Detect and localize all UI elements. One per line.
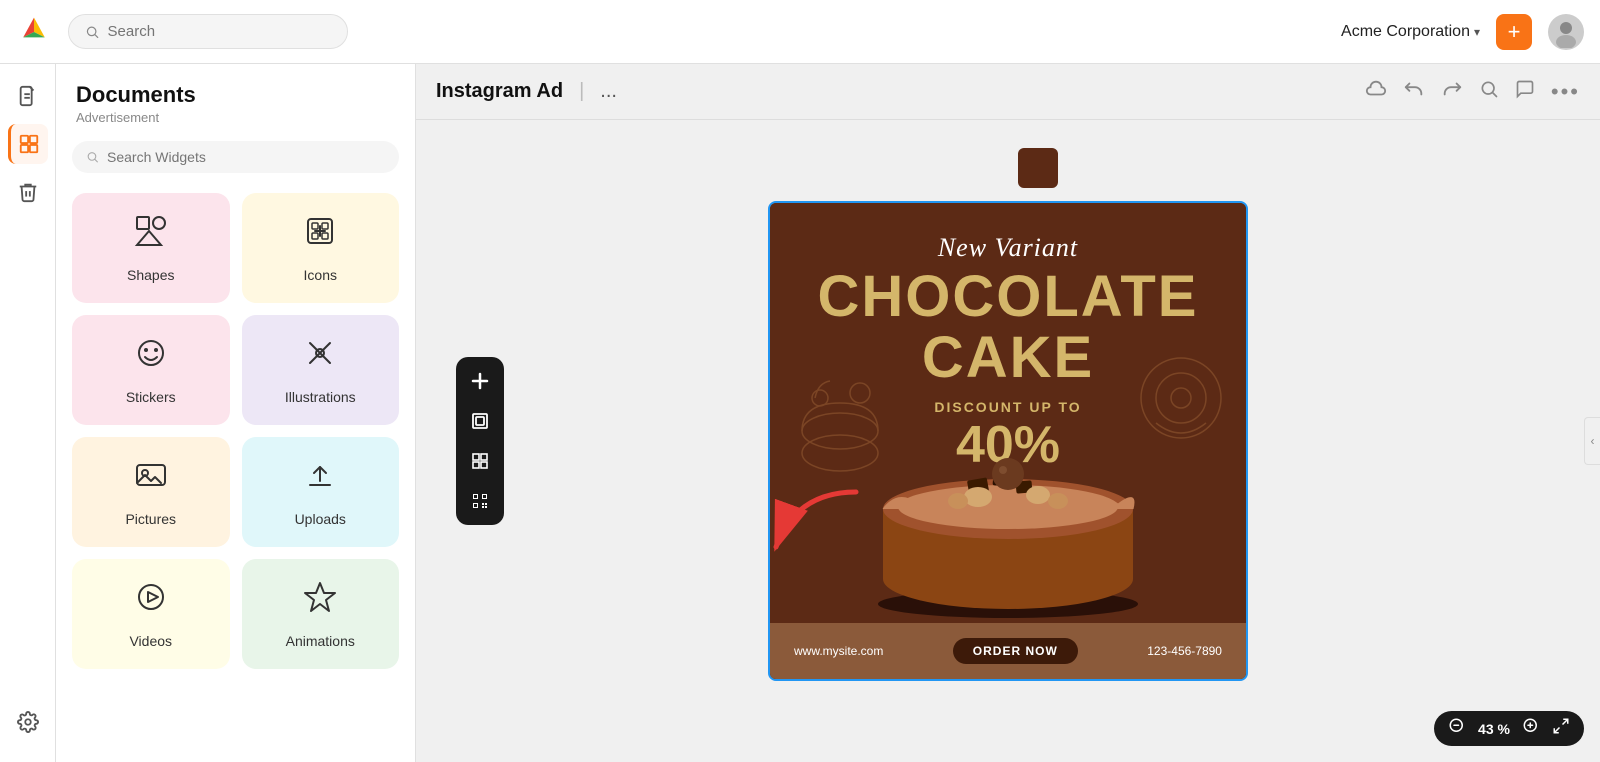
more-options-icon[interactable]: ••• <box>1551 79 1580 105</box>
sidebar-subtitle: Advertisement <box>76 110 395 125</box>
sidebar-header: Documents Advertisement <box>56 64 415 129</box>
stickers-label: Stickers <box>126 389 176 405</box>
resize-button[interactable] <box>462 403 498 439</box>
animations-label: Animations <box>286 633 355 649</box>
vertical-toolbar <box>456 357 504 525</box>
widget-illustrations[interactable]: Illustrations <box>242 315 400 425</box>
topbar-right: Acme Corporation ▾ + <box>1341 14 1584 50</box>
canvas-actions: ••• <box>1365 78 1580 106</box>
qr-button[interactable] <box>462 483 498 519</box>
chevron-down-icon: ▾ <box>1474 25 1480 39</box>
search-input[interactable] <box>108 23 331 40</box>
zoom-bar: 43 % <box>1434 711 1584 746</box>
zoom-in-button[interactable] <box>1522 717 1540 740</box>
widget-icons[interactable]: Icons <box>242 193 400 303</box>
videos-icon <box>133 579 169 623</box>
grid-button[interactable] <box>462 443 498 479</box>
canvas-area: Instagram Ad | ... ••• <box>416 64 1600 762</box>
widget-search-icon <box>86 150 99 164</box>
illustrations-icon <box>302 335 338 379</box>
ad-discount-label: DISCOUNT UP TO <box>934 399 1081 415</box>
canvas-title: Instagram Ad <box>436 80 563 103</box>
widget-animations[interactable]: Animations <box>242 559 400 669</box>
ad-phone: 123-456-7890 <box>1147 644 1222 658</box>
search-canvas-icon[interactable] <box>1479 79 1499 105</box>
ad-canvas[interactable]: New Variant CHOCOLATE CAKE DISCOUNT UP T… <box>768 201 1248 681</box>
redo-icon[interactable] <box>1441 78 1463 106</box>
widget-videos[interactable]: Videos <box>72 559 230 669</box>
ad-website: www.mysite.com <box>794 644 883 658</box>
widget-shapes[interactable]: Shapes <box>72 193 230 303</box>
canvas-content: New Variant CHOCOLATE CAKE DISCOUNT UP T… <box>416 120 1600 762</box>
add-button[interactable]: + <box>1496 14 1532 50</box>
zoom-percentage: 43 % <box>1474 721 1514 737</box>
sidebar-item-trash[interactable] <box>8 172 48 212</box>
comment-icon[interactable] <box>1515 79 1535 105</box>
company-selector[interactable]: Acme Corporation ▾ <box>1341 23 1480 41</box>
main-layout: Documents Advertisement Sha <box>0 64 1600 762</box>
sidebar-item-document[interactable] <box>8 76 48 116</box>
stickers-icon <box>133 335 169 379</box>
ad-title-line1: CHOCOLATE <box>817 267 1198 328</box>
sidebar-title: Documents <box>76 82 395 108</box>
widget-stickers[interactable]: Stickers <box>72 315 230 425</box>
undo-icon[interactable] <box>1403 78 1425 106</box>
avatar[interactable] <box>1548 14 1584 50</box>
canvas-more-label[interactable]: ... <box>600 80 617 103</box>
illustrations-label: Illustrations <box>285 389 356 405</box>
icons-label: Icons <box>304 267 337 283</box>
ad-script-text: New Variant <box>938 233 1078 263</box>
app-logo[interactable] <box>16 14 52 50</box>
uploads-label: Uploads <box>295 511 346 527</box>
company-name: Acme Corporation <box>1341 23 1470 41</box>
color-swatch-selected[interactable] <box>1018 148 1058 188</box>
shapes-icon <box>133 213 169 257</box>
ad-order-button[interactable]: ORDER NOW <box>953 638 1078 664</box>
widget-search-bar[interactable] <box>72 141 399 173</box>
uploads-icon <box>302 457 338 501</box>
ad-footer: www.mysite.com ORDER NOW 123-456-7890 <box>770 623 1246 679</box>
settings-button[interactable] <box>8 702 48 742</box>
widget-uploads[interactable]: Uploads <box>242 437 400 547</box>
widget-pictures[interactable]: Pictures <box>72 437 230 547</box>
icon-bar <box>0 64 56 762</box>
pictures-icon <box>133 457 169 501</box>
expand-icon[interactable] <box>1552 717 1570 740</box>
widget-grid: Shapes Icons <box>56 185 415 685</box>
zoom-out-button[interactable] <box>1448 717 1466 740</box>
widget-search-input[interactable] <box>107 149 385 165</box>
search-bar[interactable] <box>68 14 348 49</box>
canvas-separator: | <box>579 80 584 103</box>
topbar: Acme Corporation ▾ + <box>0 0 1600 64</box>
sidebar-item-template[interactable] <box>8 124 48 164</box>
sidebar-panel: Documents Advertisement Sha <box>56 64 416 762</box>
icons-icon <box>302 213 338 257</box>
videos-label: Videos <box>129 633 172 649</box>
cloud-save-icon[interactable] <box>1365 78 1387 106</box>
collapse-sidebar-button[interactable]: ‹ <box>1584 417 1600 465</box>
search-icon <box>85 24 100 40</box>
animations-icon <box>302 579 338 623</box>
shapes-label: Shapes <box>127 267 174 283</box>
add-element-button[interactable] <box>462 363 498 399</box>
pictures-label: Pictures <box>125 511 176 527</box>
canvas-topbar: Instagram Ad | ... ••• <box>416 64 1600 120</box>
ad-background: New Variant CHOCOLATE CAKE DISCOUNT UP T… <box>770 203 1246 679</box>
ad-cake-image <box>838 419 1178 619</box>
